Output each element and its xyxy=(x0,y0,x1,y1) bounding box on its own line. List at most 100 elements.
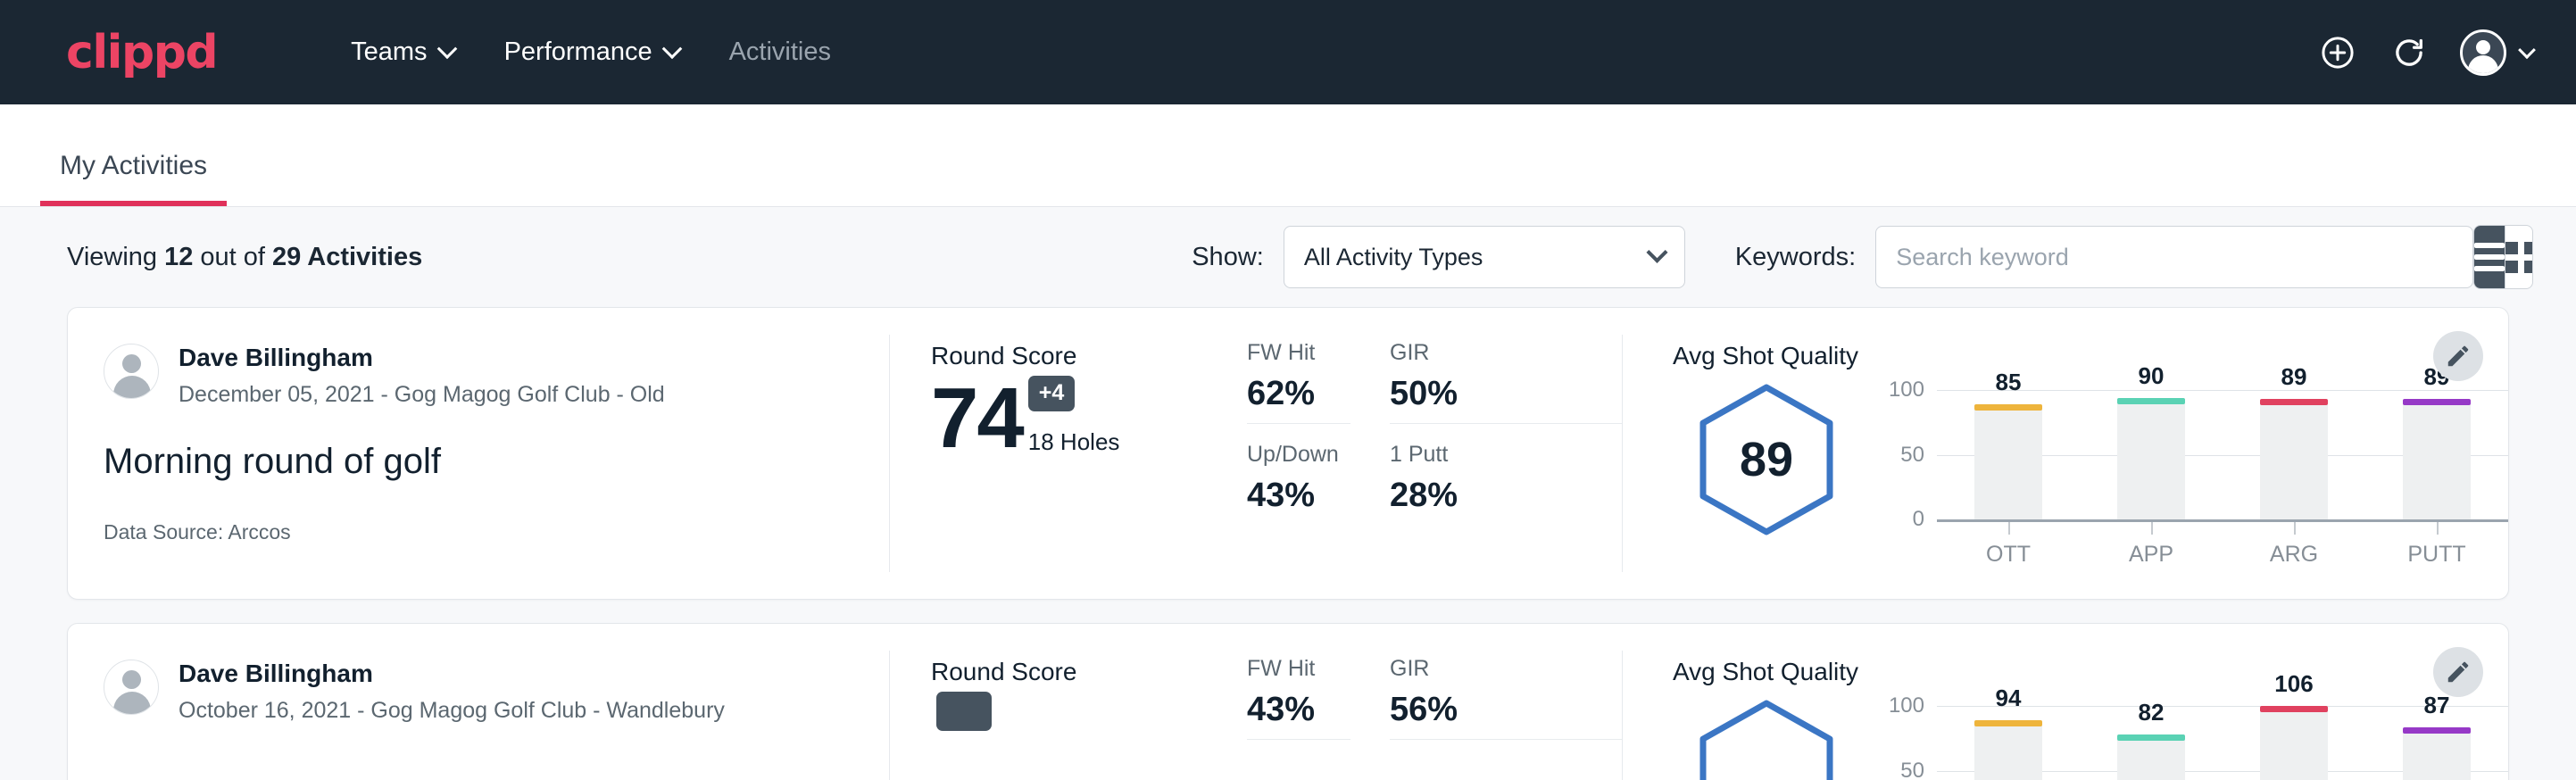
activity-type-selected-value: All Activity Types xyxy=(1304,244,1483,271)
bar-column-ott: 85 xyxy=(1937,390,2080,519)
stat-fw-hit: FW Hit 62% xyxy=(1247,340,1350,424)
bar-value: 85 xyxy=(1974,369,2042,396)
tab-my-activities[interactable]: My Activities xyxy=(40,151,227,206)
stat-one-putt: 1 Putt 28% xyxy=(1390,442,1622,525)
grid-icon xyxy=(2505,242,2533,273)
search-input[interactable] xyxy=(1875,226,2473,288)
bar-column-arg: 89 xyxy=(2223,390,2365,519)
chart-plot-area: 100 50 0 94 xyxy=(1937,706,2508,780)
app-logo[interactable]: clippd xyxy=(66,29,217,76)
stat-up-down: Up/Down 43% xyxy=(1247,442,1350,525)
view-mode-list-button[interactable] xyxy=(2474,226,2505,288)
user-menu[interactable] xyxy=(2460,29,2533,76)
nav-actions xyxy=(2317,29,2533,76)
nav-item-performance-label: Performance xyxy=(504,37,652,67)
activity-card[interactable]: Dave Billingham October 16, 2021 - Gog M… xyxy=(67,623,2509,780)
holes-played xyxy=(936,772,992,777)
activity-meta: October 16, 2021 - Gog Magog Golf Club -… xyxy=(179,696,725,726)
shot-quality-bar-chart: 100 50 0 94 xyxy=(1860,693,2508,780)
show-filter-group: Show: All Activity Types xyxy=(1192,226,1685,288)
x-label-app: APP xyxy=(2080,542,2223,568)
bar-cap xyxy=(1974,404,2042,411)
activity-card[interactable]: Dave Billingham December 05, 2021 - Gog … xyxy=(67,307,2509,600)
stat-value: 56% xyxy=(1390,693,1622,726)
stat-label: Up/Down xyxy=(1247,442,1350,468)
activity-title: Morning round of golf xyxy=(104,440,853,483)
tab-bar: My Activities xyxy=(0,104,2576,207)
user-avatar-icon xyxy=(2460,29,2506,76)
nav-item-teams[interactable]: Teams xyxy=(326,29,478,76)
viewing-prefix: Viewing xyxy=(67,243,164,271)
chevron-down-icon xyxy=(661,38,682,59)
author-name: Dave Billingham xyxy=(179,658,725,689)
nav-item-activities[interactable]: Activities xyxy=(704,29,856,76)
activity-type-select[interactable]: All Activity Types xyxy=(1284,226,1685,288)
y-tick-100: 100 xyxy=(1889,378,1924,402)
bar-value: 94 xyxy=(1974,685,2042,712)
nav-item-activities-label: Activities xyxy=(729,37,831,67)
stat-gir: GIR 50% xyxy=(1390,340,1622,424)
round-score-value: 74 xyxy=(931,376,1023,461)
round-stats-section: FW Hit 62% GIR 50% Up/Down 43% 1 Putt 28… xyxy=(1247,308,1622,599)
keywords-filter-group: Keywords: xyxy=(1735,226,2473,288)
bar-value: 82 xyxy=(2117,699,2185,726)
avg-shot-quality-section: Avg Shot Quality 100 50 0 xyxy=(1623,624,2508,780)
y-tick-50: 50 xyxy=(1900,759,1924,780)
bar-cap xyxy=(2260,706,2328,712)
chevron-down-icon xyxy=(2518,41,2536,59)
chevron-down-icon xyxy=(1646,241,1667,262)
bars-icon xyxy=(2474,243,2505,271)
avg-shot-quality-label: Avg Shot Quality xyxy=(1673,342,2508,370)
quality-hexagon: 89 xyxy=(1673,378,1860,536)
stat-label: FW Hit xyxy=(1247,340,1350,366)
stat-label: GIR xyxy=(1390,340,1622,366)
stat-label: GIR xyxy=(1390,656,1622,682)
pencil-icon xyxy=(2445,343,2472,369)
bar-column-putt: 89 xyxy=(2365,390,2508,519)
score-differential-badge xyxy=(936,692,992,731)
bar-cap xyxy=(2403,399,2471,405)
stat-value: 43% xyxy=(1247,693,1350,726)
show-label: Show: xyxy=(1192,243,1264,272)
nav-item-performance[interactable]: Performance xyxy=(479,29,704,76)
bar-cap xyxy=(2260,399,2328,405)
activity-card-summary: Dave Billingham December 05, 2021 - Gog … xyxy=(68,308,889,599)
activity-card-list: Dave Billingham December 05, 2021 - Gog … xyxy=(0,307,2576,780)
quality-score-value xyxy=(1699,699,1834,780)
edit-activity-button[interactable] xyxy=(2433,647,2483,697)
activity-author: Dave Billingham December 05, 2021 - Gog … xyxy=(104,342,853,410)
activity-meta: December 05, 2021 - Gog Magog Golf Club … xyxy=(179,380,665,410)
avatar xyxy=(104,660,159,715)
activity-author: Dave Billingham October 16, 2021 - Gog M… xyxy=(104,658,853,726)
bar-cap xyxy=(2403,727,2471,734)
nav-item-teams-label: Teams xyxy=(351,37,427,67)
bar-column-app: 82 xyxy=(2080,706,2223,780)
round-score-section: Round Score xyxy=(890,624,1247,780)
view-mode-grid-button[interactable] xyxy=(2505,226,2533,288)
refresh-icon[interactable] xyxy=(2389,32,2430,73)
score-differential-badge: +4 xyxy=(1028,376,1076,411)
bar-value: 90 xyxy=(2117,362,2185,390)
round-score-label: Round Score xyxy=(931,342,1247,370)
bar-column-app: 90 xyxy=(2080,390,2223,519)
round-score-section: Round Score 74 +4 18 Holes xyxy=(890,308,1247,599)
chart-x-labels: OTT APP ARG PUTT xyxy=(1937,542,2508,568)
y-tick-100: 100 xyxy=(1889,693,1924,718)
bar-value: 106 xyxy=(2260,670,2328,698)
view-mode-toggle-group xyxy=(2473,225,2533,289)
avg-shot-quality-section: Avg Shot Quality 89 100 50 0 xyxy=(1623,308,2508,599)
viewing-total: 29 Activities xyxy=(272,243,422,271)
filter-toolbar: Viewing 12 out of 29 Activities Show: Al… xyxy=(0,207,2576,307)
pencil-icon xyxy=(2445,659,2472,685)
plus-circle-icon[interactable] xyxy=(2317,32,2358,73)
stat-value: 28% xyxy=(1390,478,1622,512)
bar-column-arg: 106 xyxy=(2223,706,2365,780)
holes-played: 18 Holes xyxy=(1028,428,1120,461)
primary-nav-links: Teams Performance Activities xyxy=(326,29,856,76)
stat-label: 1 Putt xyxy=(1390,442,1622,468)
viewing-count-text: Viewing 12 out of 29 Activities xyxy=(67,243,422,272)
avatar xyxy=(104,344,159,399)
stat-label: FW Hit xyxy=(1247,656,1350,682)
edit-activity-button[interactable] xyxy=(2433,331,2483,381)
viewing-count: 12 xyxy=(164,243,193,271)
